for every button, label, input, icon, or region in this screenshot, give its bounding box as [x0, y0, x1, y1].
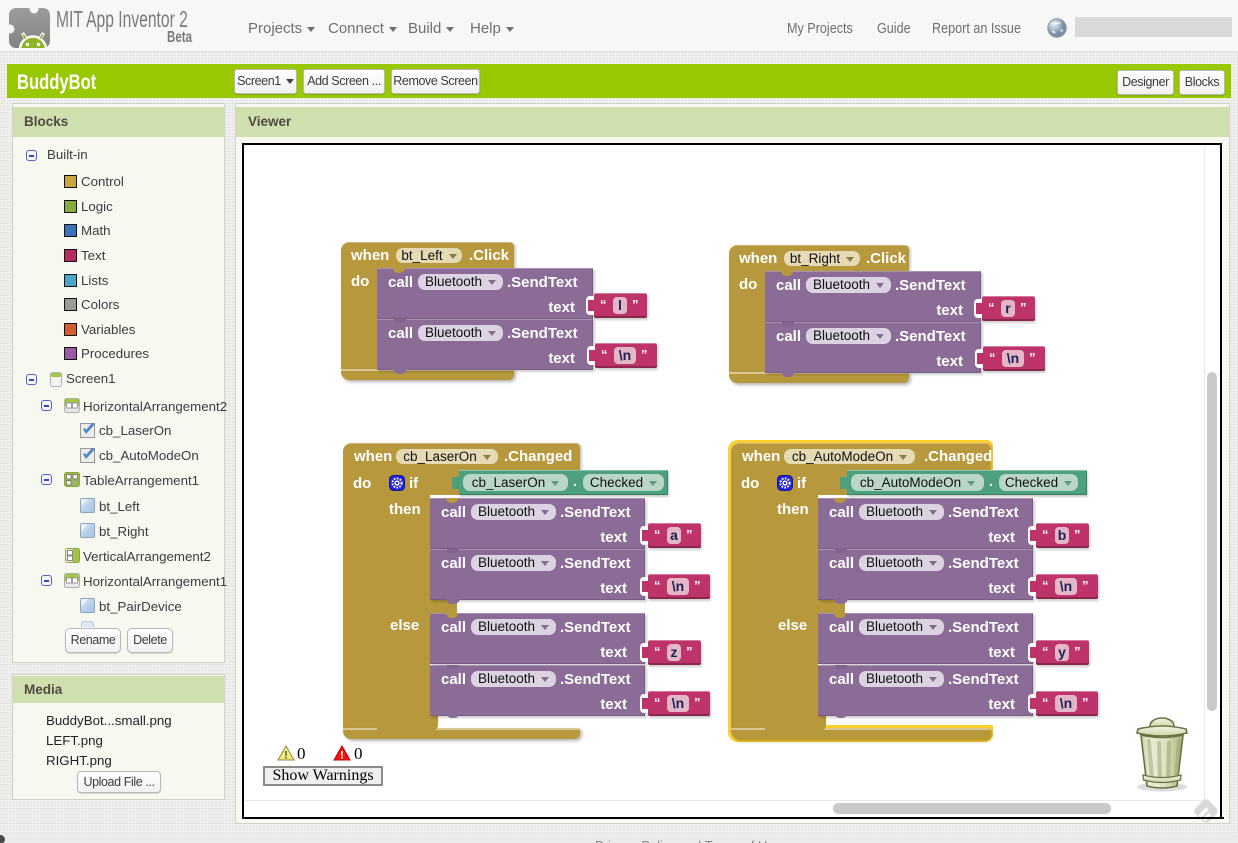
svg-text:!: !	[340, 750, 344, 762]
svg-text:!: !	[284, 750, 288, 762]
